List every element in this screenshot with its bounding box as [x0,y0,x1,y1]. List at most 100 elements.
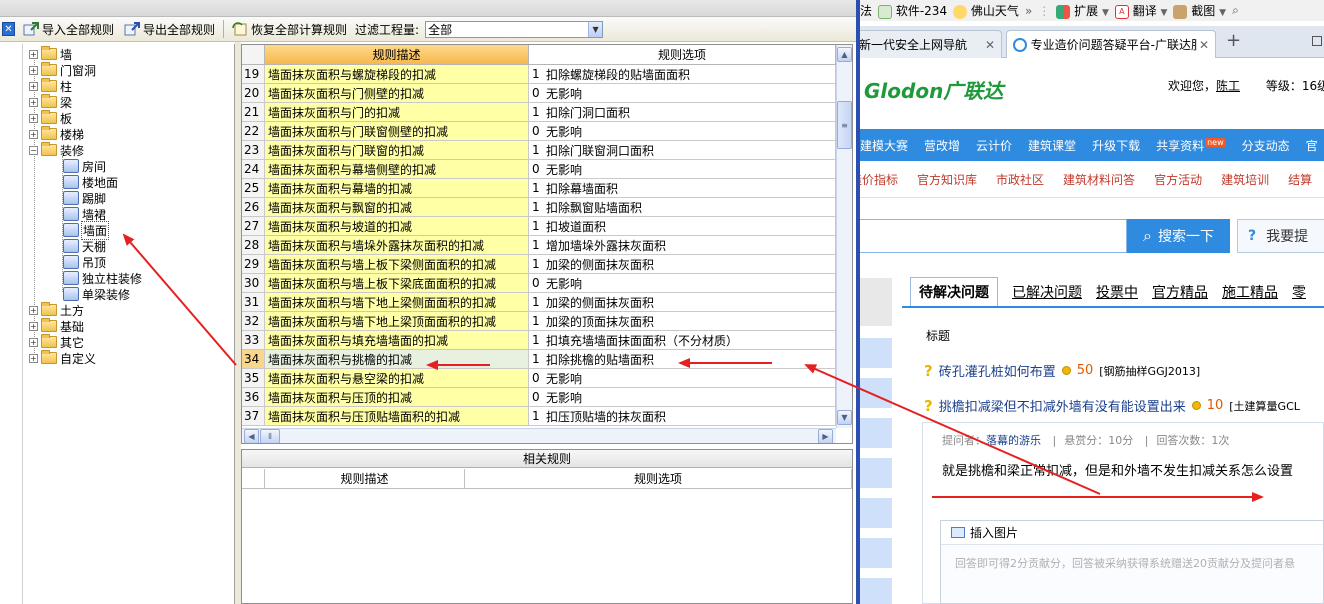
nav-official[interactable]: 官 [1306,137,1318,154]
nav-cloud-pricing[interactable]: 云计价 [976,137,1012,154]
chevron-down-icon[interactable]: ▼ [588,21,603,37]
bookmark-weather[interactable]: 佛山天气 [953,2,1019,19]
rule-description-cell[interactable]: 墙面抹灰面积与坡道的扣减 [265,217,529,236]
tree-item-room[interactable]: 房间 [63,158,106,174]
screenshot-button[interactable]: 截图 ▼ [1173,2,1226,19]
rule-option-cell[interactable]: 1 加梁的顶面抹灰面积 [529,312,836,331]
rule-option-cell[interactable]: 0 无影响 [529,84,836,103]
table-row[interactable]: 31 墙面抹灰面积与墙下地上梁侧面面积的扣减 1 加梁的侧面抹灰面积 [242,293,836,312]
subnav-materials-qa[interactable]: 建筑材料问答 [1063,171,1135,188]
expand-icon[interactable]: + [29,81,38,91]
rule-description-cell[interactable]: 墙面抹灰面积与门侧壁的扣减 [265,84,529,103]
rule-description-cell[interactable]: 墙面抹灰面积与墙垛外露抹灰面积的扣减 [265,236,529,255]
extensions-button[interactable]: 扩展 ▼ [1056,2,1109,19]
tree-item-ceiling[interactable]: 天棚 [63,238,106,254]
rule-option-cell[interactable]: 1 扣除挑檐的贴墙面积 [529,350,836,369]
answer-editor[interactable]: 插入图片 回答即可得2分贡献分，回答被采纳获得系统赠送20贡献分及提问者悬 [940,520,1324,604]
expand-icon[interactable]: + [29,97,38,107]
tree-item-wall[interactable]: + 墙 [29,46,72,62]
tree-item-door-window-opening[interactable]: + 门窗洞 [29,62,96,78]
nav-shared-resources[interactable]: 共享资料 new [1156,137,1226,154]
translate-button[interactable]: A 翻译 ▼ [1114,2,1167,19]
rule-option-cell[interactable]: 1 扣坡道面积 [529,217,836,236]
tab-construction-picks[interactable]: 施工精品 [1222,282,1278,306]
rule-description-cell[interactable]: 墙面抹灰面积与挑檐的扣减 [265,350,529,369]
table-row[interactable]: 35 墙面抹灰面积与悬空梁的扣减 0 无影响 [242,369,836,388]
bookmark-item[interactable]: 法 [860,2,872,19]
close-icon[interactable]: ✕ [2,22,15,36]
rule-description-cell[interactable]: 墙面抹灰面积与墙上板下梁侧面面积的扣减 [265,255,529,274]
question-title-link[interactable]: 砖孔灌孔桩如何布置 [939,361,1056,380]
rule-option-cell[interactable]: 0 无影响 [529,274,836,293]
scroll-thumb-h[interactable]: ⦀ [260,429,280,443]
insert-image-button[interactable]: 插入图片 [970,524,1018,541]
rule-option-cell[interactable]: 1 加梁的侧面抹灰面积 [529,293,836,312]
more-bookmarks-icon[interactable]: » [1025,4,1032,18]
rule-description-cell[interactable]: 墙面抹灰面积与螺旋梯段的扣减 [265,65,529,84]
question-item[interactable]: ? 挑檐扣减梁但不扣减外墙有没有能设置出来 10 [土建算量GCL [924,396,1300,416]
tree-item-skirting[interactable]: 踢脚 [63,190,106,206]
tab-navigation[interactable]: 新一代安全上网导航 ✕ [860,30,1002,58]
table-row[interactable]: 30 墙面抹灰面积与墙上板下梁底面面积的扣减 0 无影响 [242,274,836,293]
expand-icon[interactable]: + [29,321,38,331]
rule-description-cell[interactable]: 墙面抹灰面积与压顶贴墙面积的扣减 [265,407,529,426]
rule-description-cell[interactable]: 墙面抹灰面积与压顶的扣减 [265,388,529,407]
tab-unsolved[interactable]: 待解决问题 [910,277,998,306]
tree-item-foundation[interactable]: + 基础 [29,318,84,334]
rule-option-cell[interactable]: 0 无影响 [529,369,836,388]
tree-item-decoration[interactable]: − 装修 [29,142,84,158]
rule-option-cell[interactable]: 0 无影响 [529,160,836,179]
tree-item-dado[interactable]: 墙裙 [63,206,106,222]
export-all-rules-button[interactable]: 导出全部规则 [122,19,217,39]
import-all-rules-button[interactable]: 导入全部规则 [21,19,116,39]
close-icon[interactable]: ✕ [1199,38,1209,52]
subnav-municipal[interactable]: 市政社区 [996,171,1044,188]
tab-solved[interactable]: 已解决问题 [1012,282,1082,306]
subnav-cost-index[interactable]: 造价指标 [860,171,898,188]
nav-modeling-contest[interactable]: 建模大赛 [860,137,908,154]
table-row[interactable]: 20 墙面抹灰面积与门侧壁的扣减 0 无影响 [242,84,836,103]
tree-item-custom[interactable]: + 自定义 [29,350,96,366]
question-item[interactable]: ? 砖孔灌孔桩如何布置 50 [钢筋抽样GGJ2013] [924,361,1200,381]
rule-description-cell[interactable]: 墙面抹灰面积与墙上板下梁底面面积的扣减 [265,274,529,293]
nav-upgrade-download[interactable]: 升级下载 [1092,137,1140,154]
ask-question-button[interactable]: ? 我要提 [1237,219,1324,253]
new-tab-icon[interactable]: + [1226,30,1241,51]
table-row[interactable]: 19 墙面抹灰面积与螺旋梯段的扣减 1 扣除螺旋梯段的贴墙面面积 [242,65,836,84]
column-header-option[interactable]: 规则选项 [529,45,836,65]
rule-description-cell[interactable]: 墙面抹灰面积与墙下地上梁侧面面积的扣减 [265,293,529,312]
rule-option-cell[interactable]: 1 扣除飘窗贴墙面积 [529,198,836,217]
tree-item-earthwork[interactable]: + 土方 [29,302,84,318]
tree-item-floor[interactable]: 楼地面 [63,174,118,190]
rule-option-cell[interactable]: 1 扣除门洞口面积 [529,103,836,122]
collapse-icon[interactable]: − [29,145,38,155]
table-row[interactable]: 29 墙面抹灰面积与墙上板下梁侧面面积的扣减 1 加梁的侧面抹灰面积 [242,255,836,274]
horizontal-scrollbar[interactable]: ◀ ⦀ ▶ [242,428,836,443]
expand-icon[interactable]: + [29,49,38,59]
rule-option-cell[interactable]: 0 无影响 [529,388,836,407]
subnav-knowledge-base[interactable]: 官方知识库 [917,171,977,188]
filter-quantity-select[interactable]: 全部 ▼ [425,20,604,38]
search-input[interactable] [860,219,1127,253]
tree-item-stair[interactable]: + 楼梯 [29,126,84,142]
rule-description-cell[interactable]: 墙面抹灰面积与幕墙侧壁的扣减 [265,160,529,179]
rule-description-cell[interactable]: 墙面抹灰面积与门联窗的扣减 [265,141,529,160]
asker-link[interactable]: 落幕的游乐 [986,434,1041,447]
expand-icon[interactable]: + [29,305,38,315]
nav-branch-news[interactable]: 分支动态 [1242,137,1290,154]
bookmark-software[interactable]: 软件-234 [878,2,947,19]
table-row[interactable]: 36 墙面抹灰面积与压顶的扣减 0 无影响 [242,388,836,407]
scroll-down-icon[interactable]: ▼ [837,410,852,425]
question-title-link[interactable]: 挑檐扣减梁但不扣减外墙有没有能设置出来 [939,396,1186,415]
expand-icon[interactable]: + [29,113,38,123]
expand-icon[interactable]: + [29,129,38,139]
rule-description-cell[interactable]: 墙面抹灰面积与填充墙墙面的扣减 [265,331,529,350]
vertical-scrollbar[interactable]: ▲ ≡ ▼ [836,45,852,428]
rule-description-cell[interactable]: 墙面抹灰面积与飘窗的扣减 [265,198,529,217]
tab-more[interactable]: 零 [1292,282,1306,306]
table-row[interactable]: 21 墙面抹灰面积与门的扣减 1 扣除门洞口面积 [242,103,836,122]
tree-item-wall-surface[interactable]: 墙面 [63,220,110,240]
subnav-events[interactable]: 官方活动 [1154,171,1202,188]
subnav-training[interactable]: 建筑培训 [1221,171,1269,188]
related-header-description[interactable]: 规则描述 [265,469,465,489]
